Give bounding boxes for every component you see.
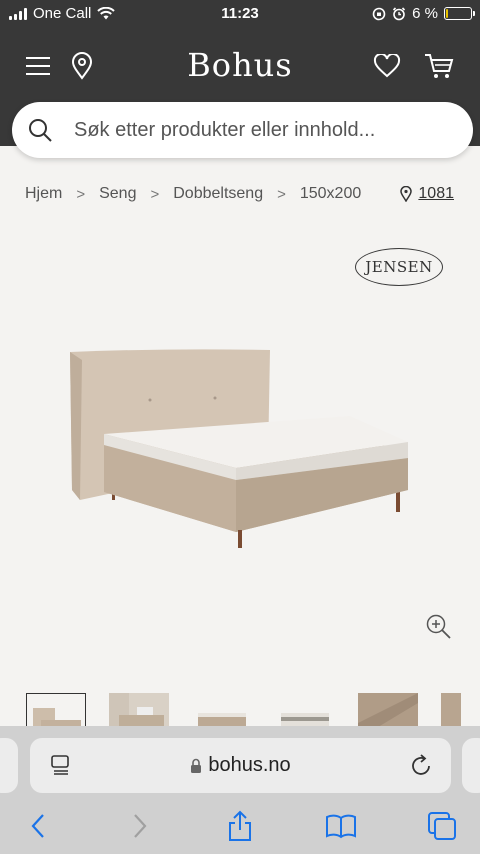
zoom-in-icon[interactable] bbox=[426, 614, 452, 640]
battery-percent: 6 % bbox=[412, 5, 438, 22]
chevron-right-icon: > bbox=[76, 185, 86, 203]
orientation-lock-icon bbox=[372, 7, 386, 20]
status-right: 6 % bbox=[372, 5, 475, 22]
browser-toolbar bbox=[0, 806, 480, 854]
breadcrumb-item-dobbeltseng[interactable]: Dobbeltseng bbox=[173, 185, 263, 203]
share-icon[interactable] bbox=[224, 810, 256, 842]
breadcrumb-item-size[interactable]: 150x200 bbox=[300, 185, 361, 203]
product-image-bed[interactable] bbox=[60, 340, 420, 560]
battery-icon bbox=[444, 7, 475, 20]
location-pin-icon bbox=[400, 186, 413, 202]
reload-icon[interactable] bbox=[411, 753, 433, 777]
search-input[interactable] bbox=[74, 118, 444, 142]
chevron-right-icon: > bbox=[277, 185, 286, 203]
alarm-icon bbox=[393, 6, 406, 20]
search-icon bbox=[29, 119, 52, 142]
next-tab-preview[interactable] bbox=[462, 738, 480, 793]
address-bar[interactable]: bohus.no bbox=[30, 738, 451, 793]
url-label: bohus.no bbox=[208, 754, 291, 776]
forward-arrow-icon bbox=[124, 810, 156, 842]
status-bar: One Call 11:23 6 % bbox=[0, 0, 480, 28]
tabs-icon[interactable] bbox=[426, 810, 458, 842]
breadcrumb-item-home[interactable]: Hjem bbox=[25, 185, 62, 203]
breadcrumb-item-seng[interactable]: Seng bbox=[99, 185, 136, 203]
cart-icon[interactable] bbox=[423, 50, 455, 82]
back-arrow-icon[interactable] bbox=[22, 810, 54, 842]
heart-icon[interactable] bbox=[371, 50, 403, 82]
browser-bottom-bar: bohus.no bbox=[0, 726, 480, 854]
store-selector[interactable]: 1081 bbox=[400, 185, 454, 203]
brand-logo[interactable]: Bohus bbox=[0, 46, 480, 84]
chevron-right-icon: > bbox=[150, 185, 160, 203]
page-menu-icon[interactable] bbox=[50, 754, 72, 776]
store-number[interactable]: 1081 bbox=[418, 185, 454, 203]
jensen-logo-text: JENSEN bbox=[365, 258, 433, 276]
search-bar[interactable] bbox=[12, 102, 473, 158]
previous-tab-preview[interactable] bbox=[0, 738, 18, 793]
jensen-brand-logo[interactable]: JENSEN bbox=[355, 248, 443, 286]
bookmarks-icon[interactable] bbox=[325, 810, 357, 842]
address-text[interactable]: bohus.no bbox=[190, 754, 291, 777]
breadcrumb: Hjem > Seng > Dobbeltseng > 150x200 bbox=[25, 185, 361, 203]
battery-fill bbox=[446, 9, 448, 18]
lock-icon bbox=[191, 758, 202, 773]
